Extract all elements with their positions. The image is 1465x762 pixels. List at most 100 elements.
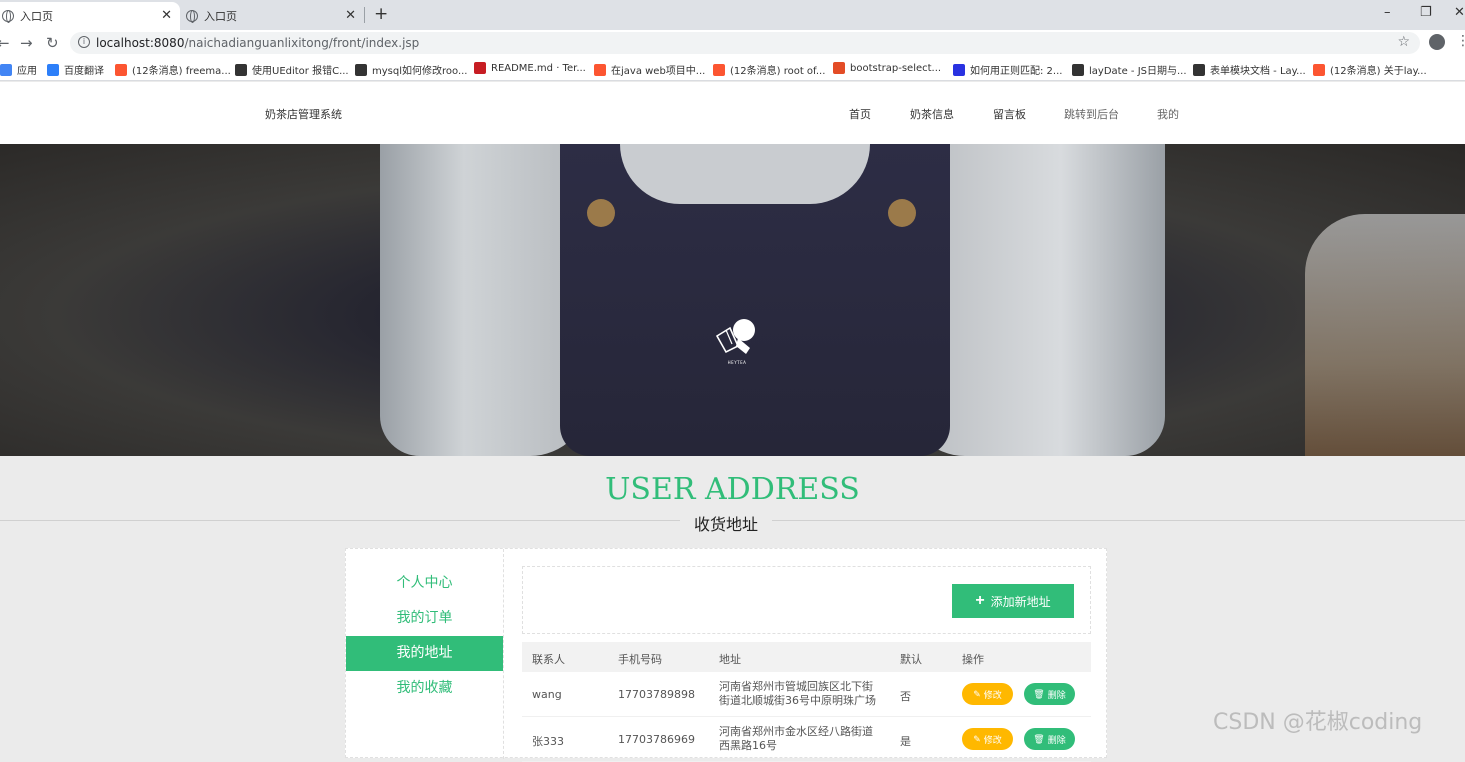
section-subtitle: 收货地址: [680, 511, 772, 535]
sidebar-item-my-orders[interactable]: 我的订单: [346, 601, 503, 636]
sidebar-item-my-address[interactable]: 我的地址: [346, 636, 503, 671]
cell-address: 河南省郑州市金水区经八路街道西黑路16号: [719, 725, 873, 752]
bookmark-item[interactable]: 应用: [0, 62, 37, 77]
tab-title: 入口页: [204, 10, 237, 23]
browser-tab[interactable]: 入口页 ✕: [184, 2, 364, 30]
url-text: localhost:8080/naichadianguanlixitong/fr…: [96, 36, 420, 50]
bookmark-label: 在java web项目中...: [611, 66, 706, 77]
csdn-icon: [1313, 63, 1325, 76]
cell-address: 河南省郑州市管城回族区北下街街道北顺城街36号中原明珠广场: [719, 680, 876, 707]
bookmark-label: layDate - JS日期与...: [1089, 66, 1187, 77]
globe-icon: [186, 10, 198, 23]
info-icon[interactable]: i: [78, 36, 90, 48]
bookmark-item[interactable]: (12条消息) root of...: [713, 62, 825, 77]
bookmark-item[interactable]: 表单模块文档 - Lay...: [1193, 62, 1306, 77]
bookmark-icon: [833, 62, 845, 74]
bookmark-label: 表单模块文档 - Lay...: [1210, 66, 1306, 77]
nav-mine[interactable]: 我的: [1157, 106, 1179, 122]
restore-button[interactable]: ❐: [1420, 5, 1432, 20]
section-title: USER ADDRESS: [605, 472, 860, 507]
reload-icon[interactable]: ↻: [46, 34, 59, 52]
browser-tab-active[interactable]: 入口页 ✕: [0, 2, 180, 30]
nav-message-board[interactable]: 留言板: [993, 106, 1026, 122]
bookmark-star-icon[interactable]: ☆: [1397, 34, 1410, 50]
add-address-button[interactable]: + 添加新地址: [952, 584, 1074, 618]
nav-milktea-info[interactable]: 奶茶信息: [910, 106, 954, 122]
nav-admin[interactable]: 跳转到后台: [1064, 106, 1119, 122]
sidebar-item-my-favorites[interactable]: 我的收藏: [346, 671, 503, 706]
yuque-icon: [235, 63, 247, 76]
profile-avatar-icon[interactable]: [1429, 34, 1445, 50]
bookmark-item[interactable]: mysql如何修改roo...: [355, 62, 467, 77]
csdn-icon: [713, 63, 725, 76]
back-icon[interactable]: ←: [0, 34, 10, 52]
url-input[interactable]: i localhost:8080/naichadianguanlixitong/…: [70, 32, 1420, 54]
edit-label: 修改: [983, 734, 1002, 745]
bookmark-item[interactable]: 如何用正则匹配: 2...: [953, 62, 1062, 77]
bookmark-item[interactable]: README.md · Ter...: [474, 62, 586, 74]
bookmark-item[interactable]: (12条消息) 关于lay...: [1313, 62, 1427, 77]
layui-icon: [1193, 63, 1205, 76]
tab-separator: [364, 7, 365, 23]
new-tab-button[interactable]: +: [374, 4, 388, 24]
banner-jar: [1305, 214, 1465, 456]
bookmark-label: 应用: [17, 66, 37, 77]
address-toolbar: + 添加新地址: [522, 566, 1091, 634]
globe-icon: [2, 10, 14, 23]
bookmark-label: 百度翻译: [64, 66, 104, 77]
pencil-icon: ✎: [973, 688, 981, 699]
cell-default: 否: [900, 690, 911, 703]
bookmark-label: bootstrap-select...: [850, 62, 942, 74]
cell-phone: 17703786969: [618, 733, 695, 746]
csdn-icon: [594, 63, 606, 76]
forward-icon[interactable]: →: [20, 34, 33, 52]
tab-close-icon[interactable]: ✕: [161, 8, 172, 23]
bookmark-label: (12条消息) 关于lay...: [1330, 66, 1427, 77]
bookmark-item[interactable]: bootstrap-select...: [833, 62, 941, 74]
delete-label: 删除: [1047, 734, 1066, 745]
edit-label: 修改: [983, 689, 1002, 700]
cell-contact: wang: [532, 688, 562, 701]
table-header: 联系人 手机号码 地址 默认 操作: [522, 642, 1091, 672]
bookmark-label: README.md · Ter...: [491, 62, 586, 74]
minimize-button[interactable]: –: [1384, 5, 1391, 20]
user-sidebar: 个人中心 我的订单 我的地址 我的收藏: [346, 549, 504, 759]
bookmark-item[interactable]: (12条消息) freema...: [115, 62, 231, 77]
nav-home[interactable]: 首页: [849, 106, 871, 122]
cell-phone: 17703789898: [618, 688, 695, 701]
edit-button[interactable]: ✎ 修改: [962, 683, 1013, 705]
banner-shirt-left: [380, 144, 590, 456]
tab-close-icon[interactable]: ✕: [345, 8, 356, 23]
sidebar-item-personal-center[interactable]: 个人中心: [346, 566, 503, 601]
bookmark-item[interactable]: layDate - JS日期与...: [1072, 62, 1187, 77]
add-address-label: 添加新地址: [990, 594, 1051, 609]
delete-button[interactable]: 🗑 删除: [1024, 683, 1075, 705]
baidu-paw-icon: [953, 63, 965, 76]
bookmark-item[interactable]: 百度翻译: [47, 62, 104, 77]
tab-title: 入口页: [20, 10, 53, 23]
address-panel: 个人中心 我的订单 我的地址 我的收藏 + 添加新地址 联系人 手机号码 地址 …: [345, 548, 1107, 762]
window-close-button[interactable]: ✕: [1454, 5, 1465, 20]
site-title: 奶茶店管理系统: [265, 108, 342, 121]
header-actions: 操作: [962, 653, 984, 666]
bookmark-label: 如何用正则匹配: 2...: [970, 66, 1063, 77]
menu-dots-icon[interactable]: ⋮: [1456, 33, 1465, 49]
layui-icon: [1072, 63, 1084, 76]
header-default: 默认: [900, 653, 922, 666]
pencil-icon: ✎: [973, 733, 981, 744]
plus-icon: +: [975, 592, 985, 609]
header-address: 地址: [719, 653, 741, 666]
bookmark-label: (12条消息) root of...: [730, 66, 826, 77]
apps-icon: [0, 63, 12, 76]
banner-button-left: [587, 199, 615, 227]
bookmark-item[interactable]: 使用UEditor 报错C...: [235, 62, 349, 77]
trash-icon: 🗑: [1033, 688, 1045, 699]
baidu-translate-icon: [47, 63, 59, 76]
bookmark-label: 使用UEditor 报错C...: [252, 66, 349, 77]
bookmark-label: mysql如何修改roo...: [372, 66, 468, 77]
bookmark-label: (12条消息) freema...: [132, 66, 231, 77]
bookmark-item[interactable]: 在java web项目中...: [594, 62, 705, 77]
csdn-watermark: CSDN @花椒coding: [1213, 710, 1423, 735]
csdn-icon: [115, 63, 127, 76]
heytea-logo: HEYTEA: [712, 316, 762, 371]
